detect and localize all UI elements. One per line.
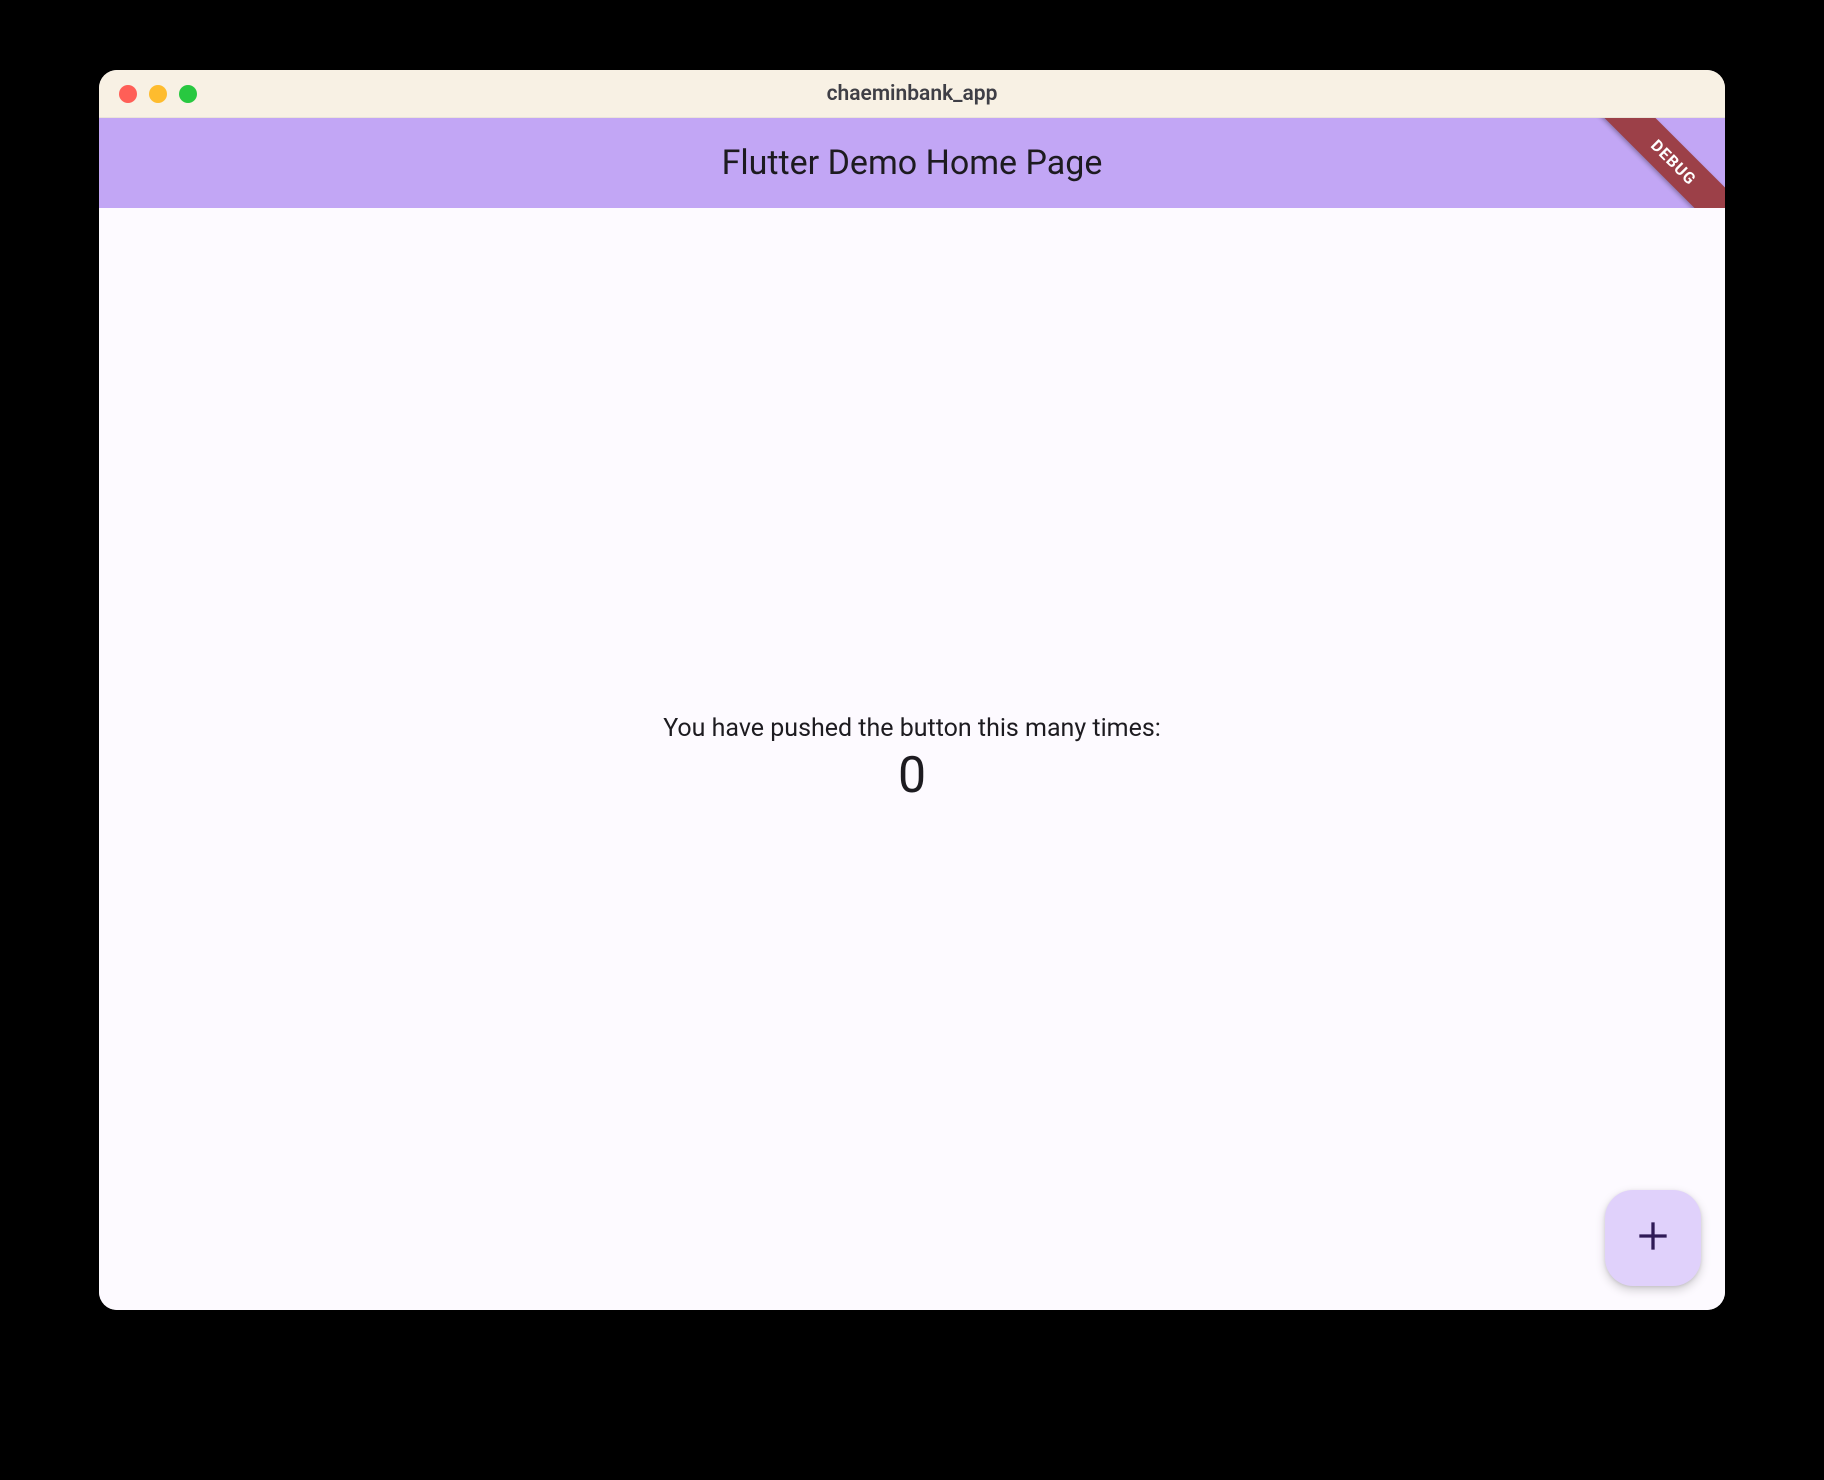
page-title: Flutter Demo Home Page bbox=[722, 143, 1103, 183]
close-window-button[interactable] bbox=[119, 85, 137, 103]
maximize-window-button[interactable] bbox=[179, 85, 197, 103]
increment-button[interactable] bbox=[1605, 1190, 1701, 1286]
counter-message: You have pushed the button this many tim… bbox=[663, 714, 1161, 743]
plus-icon bbox=[1635, 1218, 1671, 1258]
window-title: chaeminbank_app bbox=[99, 82, 1725, 106]
appbar: Flutter Demo Home Page DEBUG bbox=[99, 118, 1725, 208]
counter-value: 0 bbox=[898, 747, 926, 805]
titlebar: chaeminbank_app bbox=[99, 70, 1725, 118]
minimize-window-button[interactable] bbox=[149, 85, 167, 103]
debug-label: DEBUG bbox=[1647, 135, 1700, 188]
content-area: You have pushed the button this many tim… bbox=[99, 208, 1725, 1310]
traffic-lights bbox=[119, 85, 197, 103]
app-window: chaeminbank_app Flutter Demo Home Page D… bbox=[99, 70, 1725, 1310]
